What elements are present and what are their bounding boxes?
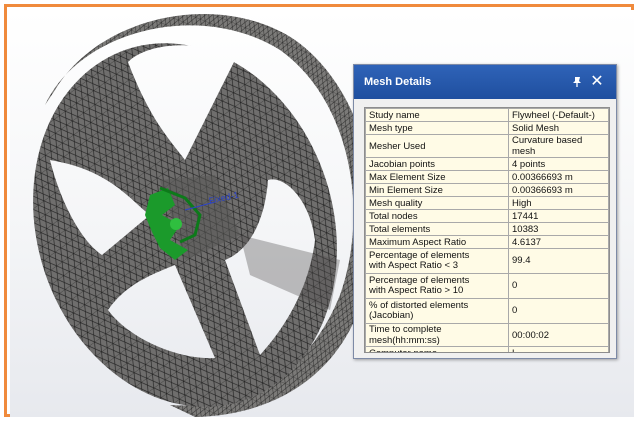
row-label-line2: (Jacobian) <box>369 310 414 321</box>
screenshot-frame: Fixed-1 Mesh Details ✕ Study name Flywhee… <box>4 4 634 417</box>
mesh-details-table: Study name Flywheel (-Default-) Mesh type S… <box>364 107 610 353</box>
table-row[interactable]: Mesh quality High <box>365 196 609 210</box>
table-row[interactable]: Total elements 10383 <box>365 222 609 236</box>
row-value: 4.6137 <box>508 235 609 249</box>
row-label: % of distorted elements (Jacobian) <box>365 298 509 324</box>
table-row[interactable]: Computer name L <box>365 346 609 352</box>
row-label: Computer name <box>365 346 509 352</box>
row-value: 0.00366693 m <box>508 183 609 197</box>
row-value: 0 <box>508 273 609 299</box>
row-value: Flywheel (-Default-) <box>508 108 609 122</box>
mesh-details-panel: Mesh Details ✕ Study name Flywheel (-Defa… <box>353 64 617 359</box>
graphics-viewport[interactable]: Fixed-1 Mesh Details ✕ Study name Flywhee… <box>10 10 634 417</box>
row-label-line2: with Aspect Ratio > 10 <box>369 285 464 296</box>
row-label: Percentage of elements with Aspect Ratio … <box>365 248 509 274</box>
pin-icon[interactable] <box>571 76 583 88</box>
table-row[interactable]: Study name Flywheel (-Default-) <box>365 108 609 122</box>
table-row[interactable]: Jacobian points 4 points <box>365 157 609 171</box>
table-row[interactable]: Mesher Used Curvature based mesh <box>365 134 609 158</box>
row-label: Mesh type <box>365 121 509 135</box>
panel-titlebar[interactable]: Mesh Details ✕ <box>354 65 616 99</box>
panel-title: Mesh Details <box>364 76 432 88</box>
row-value: Curvature based mesh <box>508 134 609 158</box>
table-row[interactable]: % of distorted elements (Jacobian) 0 <box>365 298 609 324</box>
row-label: Jacobian points <box>365 157 509 171</box>
row-value: 99.4 <box>508 248 609 274</box>
row-label: Total nodes <box>365 209 509 223</box>
row-value: 10383 <box>508 222 609 236</box>
table-row[interactable]: Percentage of elements with Aspect Ratio … <box>365 273 609 299</box>
close-icon[interactable]: ✕ <box>588 72 606 90</box>
table-row[interactable]: Max Element Size 0.00366693 m <box>365 170 609 184</box>
table-row[interactable]: Time to complete mesh(hh:mm:ss) 00:00:02 <box>365 323 609 347</box>
row-label: Max Element Size <box>365 170 509 184</box>
row-label-line2: with Aspect Ratio < 3 <box>369 260 458 271</box>
table-row[interactable]: Mesh type Solid Mesh <box>365 121 609 135</box>
row-value: 00:00:02 <box>508 323 609 347</box>
row-value: 17441 <box>508 209 609 223</box>
row-value: Solid Mesh <box>508 121 609 135</box>
table-row[interactable]: Percentage of elements with Aspect Ratio … <box>365 248 609 274</box>
row-label: Total elements <box>365 222 509 236</box>
row-value: 0 <box>508 298 609 324</box>
row-label: Study name <box>365 108 509 122</box>
table-row[interactable]: Total nodes 17441 <box>365 209 609 223</box>
row-value: 4 points <box>508 157 609 171</box>
table-row[interactable]: Maximum Aspect Ratio 4.6137 <box>365 235 609 249</box>
row-label: Mesher Used <box>365 134 509 158</box>
row-label: Mesh quality <box>365 196 509 210</box>
row-label: Maximum Aspect Ratio <box>365 235 509 249</box>
row-value: L <box>508 346 609 352</box>
table-row[interactable]: Min Element Size 0.00366693 m <box>365 183 609 197</box>
row-value: 0.00366693 m <box>508 170 609 184</box>
row-label: Time to complete mesh(hh:mm:ss) <box>365 323 509 347</box>
row-value: High <box>508 196 609 210</box>
row-label: Percentage of elements with Aspect Ratio … <box>365 273 509 299</box>
row-label: Min Element Size <box>365 183 509 197</box>
